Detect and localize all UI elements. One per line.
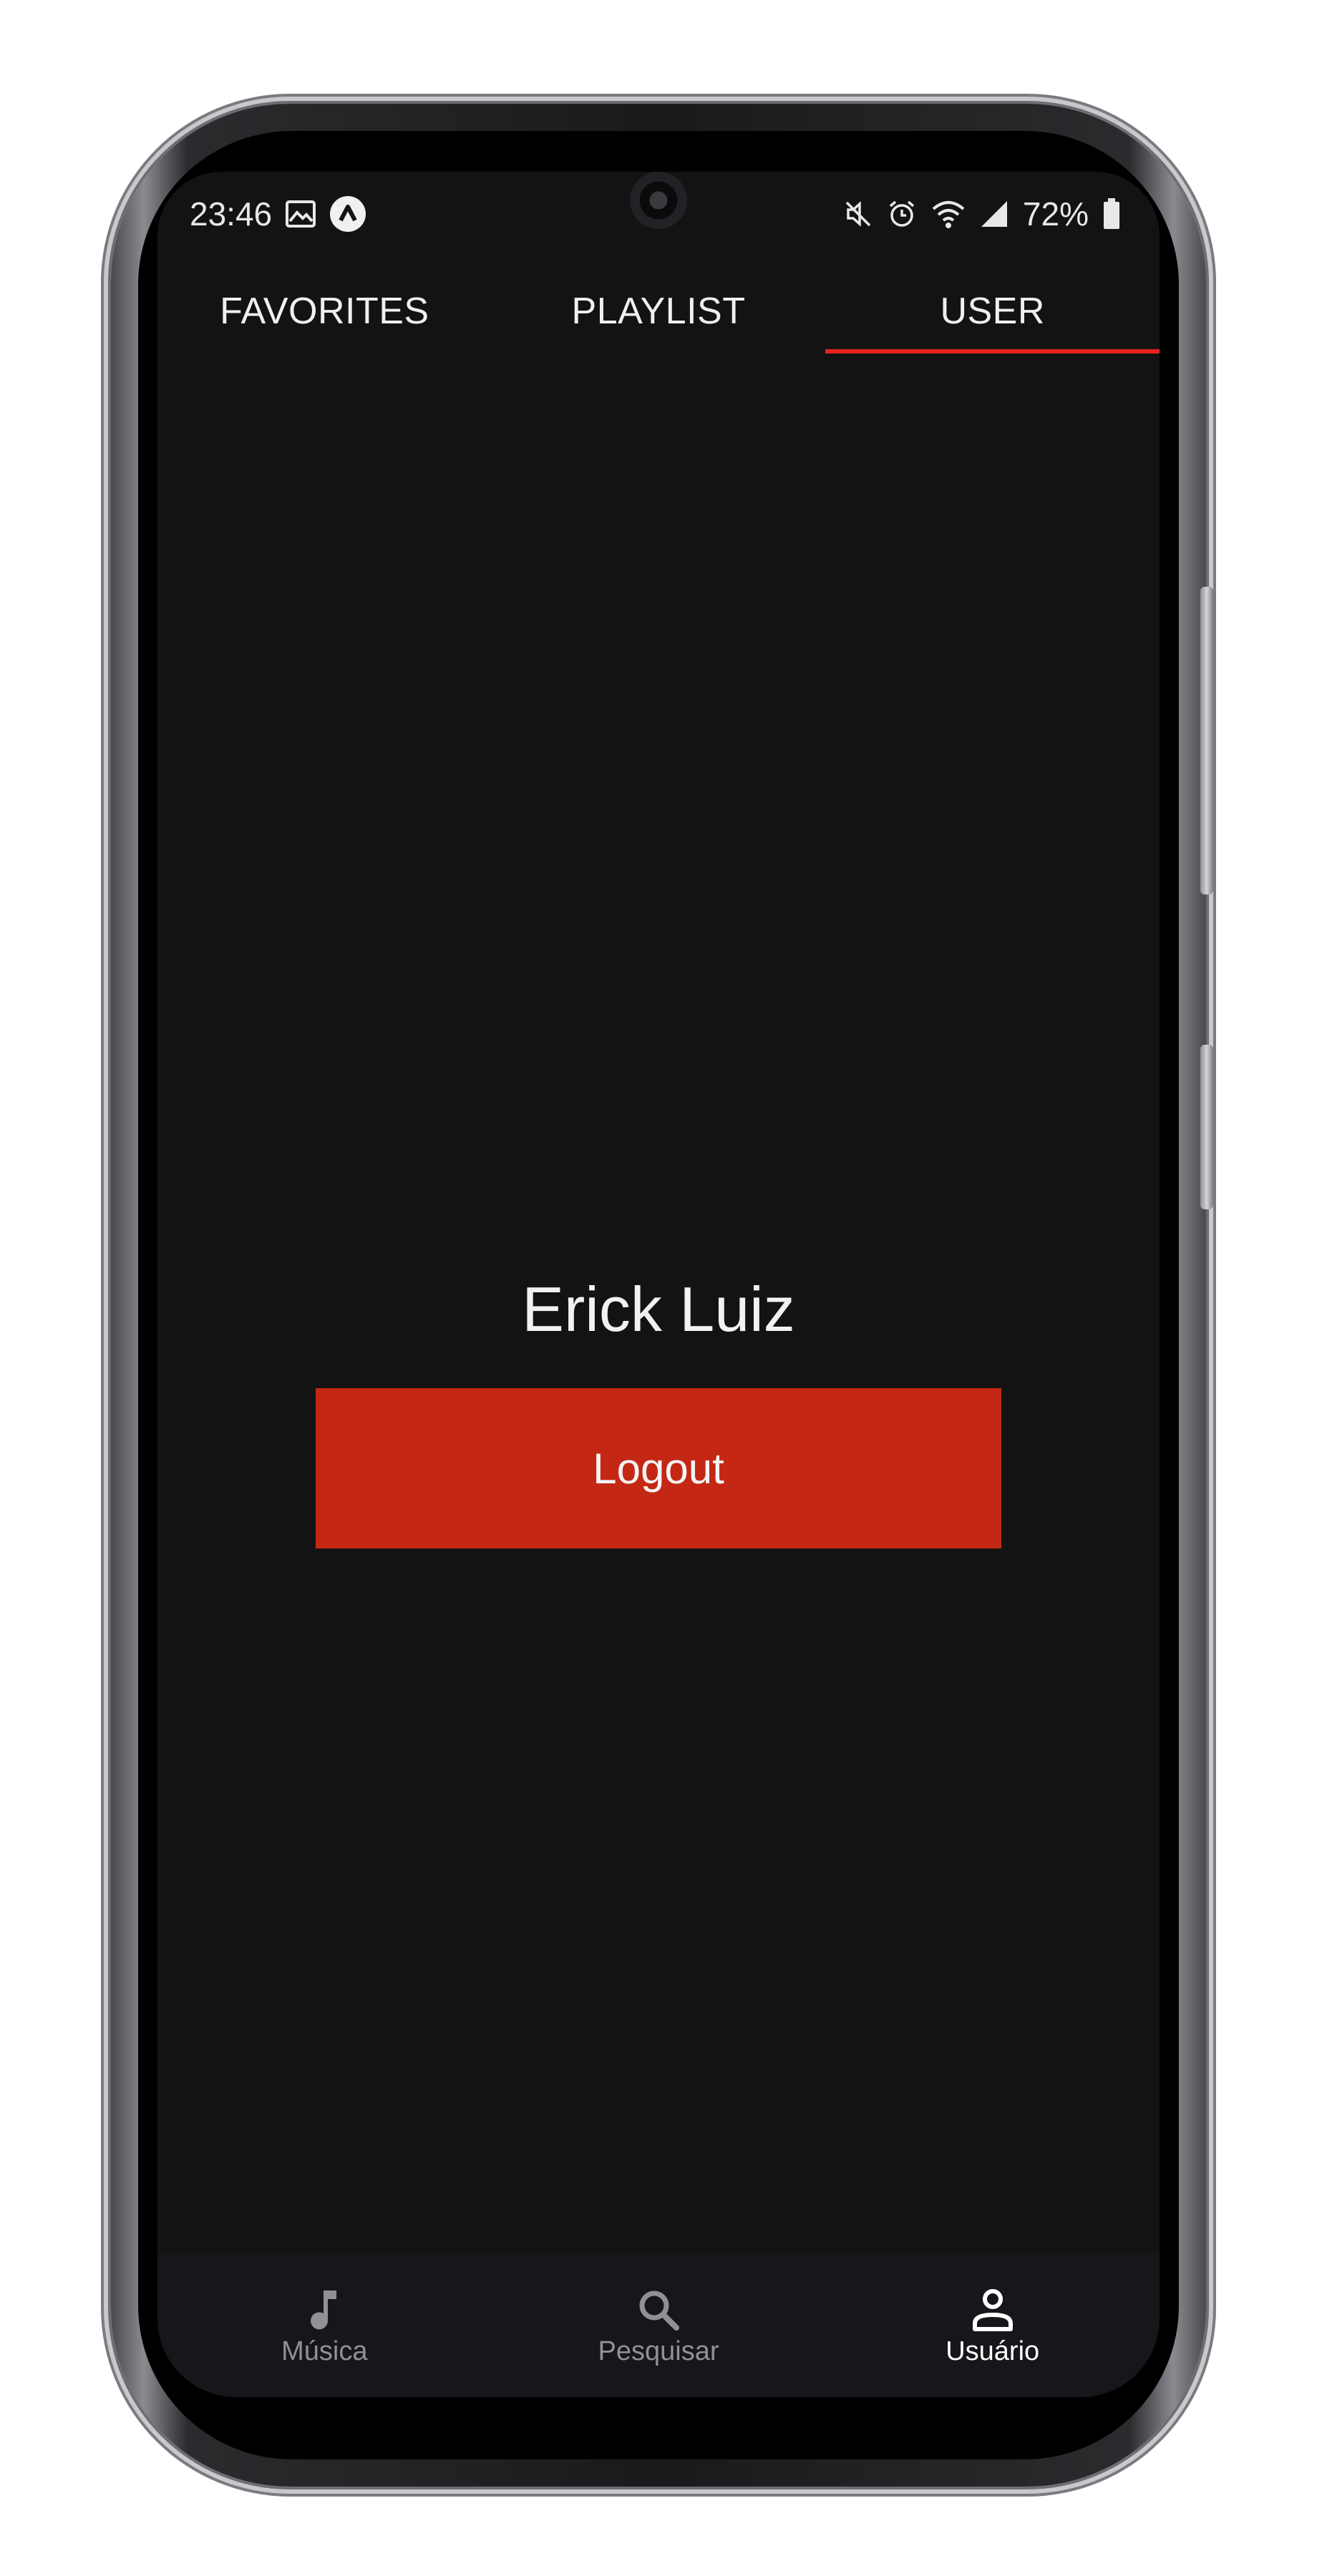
nav-item-musica[interactable]: Música bbox=[157, 2254, 492, 2397]
alarm-icon bbox=[887, 199, 917, 229]
logout-button[interactable]: Logout bbox=[316, 1388, 1001, 1548]
status-time: 23:46 bbox=[190, 195, 273, 233]
volume-button bbox=[1200, 587, 1213, 894]
bottom-navigation: Música Pesquisar Usuário bbox=[157, 2254, 1160, 2397]
signal-icon bbox=[980, 200, 1009, 228]
wifi-icon bbox=[931, 199, 966, 229]
app-screen: 23:46 72% FAVORITES PLAYLIST USER Erick … bbox=[157, 172, 1160, 2397]
app-notification-icon bbox=[329, 195, 366, 233]
mute-icon bbox=[844, 200, 873, 228]
gallery-icon bbox=[285, 200, 316, 228]
power-button bbox=[1200, 1045, 1213, 1209]
tab-playlist[interactable]: PLAYLIST bbox=[492, 265, 826, 358]
tab-favorites[interactable]: FAVORITES bbox=[157, 265, 492, 358]
front-camera bbox=[630, 172, 687, 229]
nav-item-pesquisar[interactable]: Pesquisar bbox=[492, 2254, 826, 2397]
status-left: 23:46 bbox=[190, 195, 366, 233]
status-right: 72% bbox=[844, 195, 1120, 233]
nav-label-usuario: Usuário bbox=[946, 2336, 1040, 2366]
top-tabs: FAVORITES PLAYLIST USER bbox=[157, 265, 1160, 358]
nav-label-musica: Música bbox=[281, 2336, 368, 2366]
nav-label-pesquisar: Pesquisar bbox=[598, 2336, 719, 2366]
status-bar: 23:46 72% bbox=[157, 172, 1160, 250]
user-name: Erick Luiz bbox=[522, 1274, 795, 1345]
user-icon bbox=[972, 2288, 1013, 2331]
nav-item-usuario[interactable]: Usuário bbox=[825, 2254, 1160, 2397]
music-note-icon bbox=[311, 2290, 337, 2329]
user-panel: Erick Luiz Logout bbox=[157, 1267, 1160, 1548]
search-icon bbox=[639, 2290, 679, 2331]
battery-icon bbox=[1103, 198, 1120, 230]
tab-user[interactable]: USER bbox=[825, 265, 1160, 358]
battery-percent: 72% bbox=[1022, 195, 1089, 233]
